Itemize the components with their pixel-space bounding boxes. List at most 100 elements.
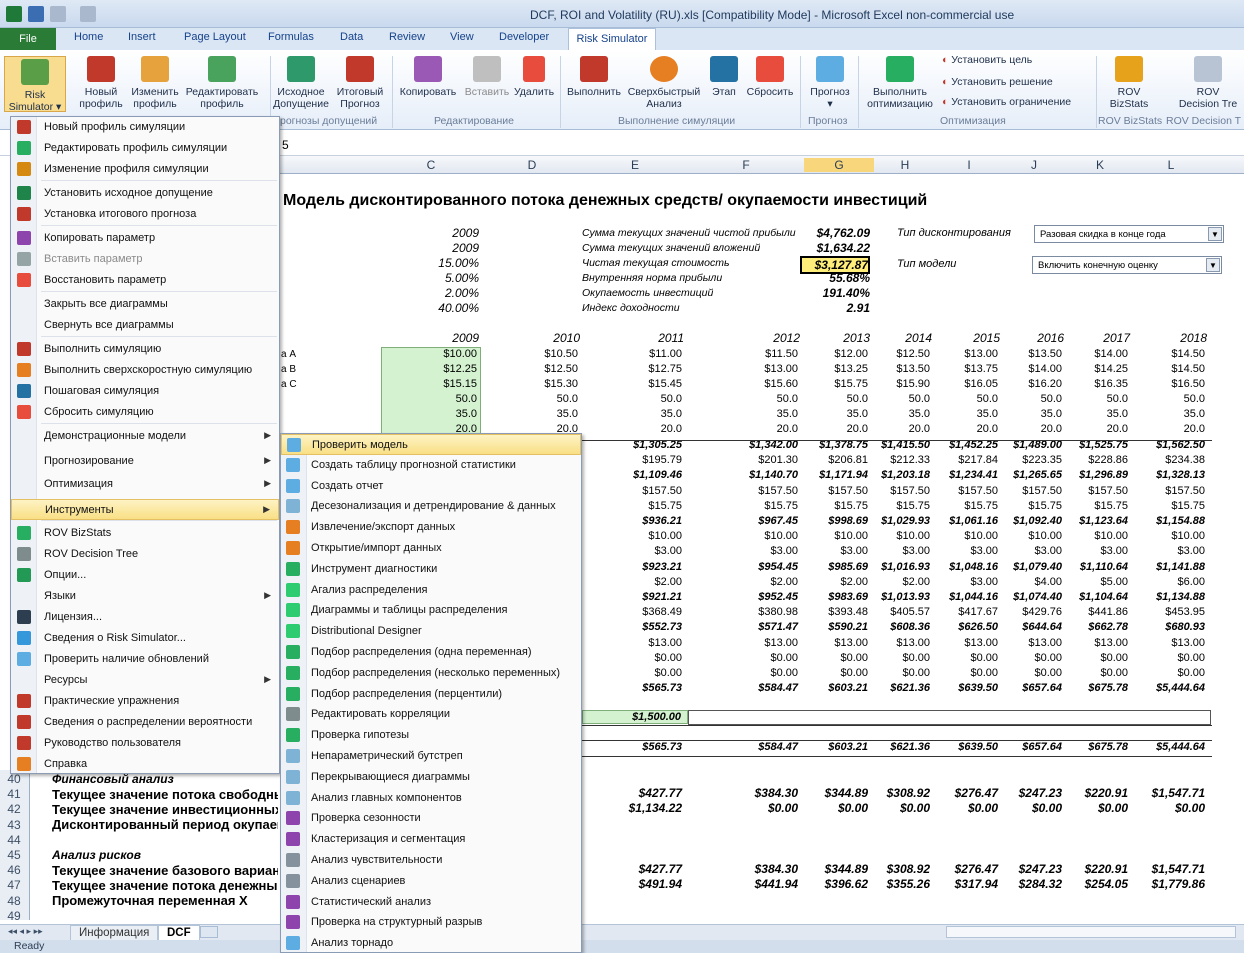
model-type-dropdown[interactable]: Включить конечную оценку ▼ <box>1032 256 1222 274</box>
table-cell[interactable]: $14.00 <box>994 363 1062 375</box>
table-cell[interactable]: $157.50 <box>1055 485 1128 497</box>
table-cell[interactable]: 50.0 <box>994 393 1062 405</box>
table-cell[interactable]: $0.00 <box>925 801 998 815</box>
col-header-j[interactable]: J <box>1002 158 1066 172</box>
table-cell[interactable]: $13.50 <box>862 363 930 375</box>
table-cell[interactable]: $626.50 <box>925 621 998 633</box>
table-cell[interactable]: $1,079.40 <box>989 561 1062 573</box>
submenu-item[interactable]: Подбор распределения (одна переменная) <box>281 642 581 663</box>
submenu-item[interactable]: Непараметрический бутстреп <box>281 746 581 767</box>
table-cell[interactable]: $1,013.93 <box>857 591 930 603</box>
table-cell[interactable]: $1,779.86 <box>1132 877 1205 891</box>
table-cell[interactable]: $680.93 <box>1132 621 1205 633</box>
table-cell[interactable]: $15.90 <box>862 378 930 390</box>
table-cell[interactable]: $13.00 <box>930 348 998 360</box>
table-cell[interactable]: 50.0 <box>730 393 798 405</box>
menu-item[interactable]: ROV Decision Tree <box>11 544 279 565</box>
submenu-item[interactable]: Distributional Designer <box>281 621 581 642</box>
table-cell[interactable]: $1,110.64 <box>1055 561 1128 573</box>
table-cell[interactable]: $15.75 <box>989 500 1062 512</box>
table-cell[interactable]: 20.0 <box>730 423 798 435</box>
table-cell[interactable]: $1,154.88 <box>1132 515 1205 527</box>
table-cell[interactable]: 35.0 <box>510 408 578 420</box>
table-cell[interactable]: $1,134.88 <box>1132 591 1205 603</box>
table-cell[interactable]: $15.75 <box>609 500 682 512</box>
menu-item[interactable]: Опции... <box>11 565 279 586</box>
col-header-e[interactable]: E <box>582 158 688 172</box>
run-simulation-button[interactable]: Выполнить <box>564 56 624 98</box>
table-cell[interactable]: $1,265.65 <box>989 469 1062 481</box>
menu-item[interactable]: Восстановить параметр <box>11 270 279 291</box>
table-cell[interactable]: $15.60 <box>730 378 798 390</box>
table-cell[interactable]: $657.64 <box>989 682 1062 694</box>
table-cell[interactable]: $254.05 <box>1055 877 1128 891</box>
submenu-item[interactable]: Подбор распределения (перцентили) <box>281 684 581 705</box>
submenu-item[interactable]: Проверка сезонности <box>281 808 581 829</box>
table-cell[interactable]: $5,444.64 <box>1132 682 1205 694</box>
table-cell[interactable]: $427.77 <box>609 862 682 876</box>
table-cell[interactable]: $10.00 <box>1055 530 1128 542</box>
table-cell[interactable]: $308.92 <box>857 862 930 876</box>
menu-item[interactable]: ROV BizStats <box>11 523 279 544</box>
table-cell[interactable]: $639.50 <box>925 741 998 753</box>
table-cell[interactable]: $491.94 <box>609 877 682 891</box>
table-cell[interactable]: $0.00 <box>989 801 1062 815</box>
table-cell[interactable]: $15.75 <box>1055 500 1128 512</box>
table-cell[interactable]: $2.00 <box>857 576 930 588</box>
table-cell[interactable]: 20.0 <box>862 423 930 435</box>
table-cell[interactable]: 20.0 <box>1137 423 1205 435</box>
edit-profile-button[interactable]: Редактировать профиль <box>184 56 260 110</box>
table-cell[interactable]: $16.05 <box>930 378 998 390</box>
table-cell[interactable]: $13.50 <box>994 348 1062 360</box>
paste-button[interactable]: Вставить <box>462 56 512 98</box>
col-header-l[interactable]: L <box>1134 158 1208 172</box>
menu-item[interactable]: Языки ▶ <box>11 586 279 607</box>
sheet-nav-icons[interactable]: ◂◂ ◂ ▸ ▸▸ <box>8 926 43 937</box>
table-cell[interactable]: $3.00 <box>725 545 798 557</box>
table-cell[interactable]: $276.47 <box>925 786 998 800</box>
table-cell[interactable]: 50.0 <box>800 393 868 405</box>
table-cell[interactable]: $5.00 <box>1055 576 1128 588</box>
table-cell[interactable]: $355.26 <box>857 877 930 891</box>
col-header-k[interactable]: K <box>1066 158 1134 172</box>
set-objective-button[interactable]: ◐ Установить цель <box>942 54 1032 66</box>
table-cell[interactable]: $0.00 <box>925 667 998 679</box>
menu-item[interactable]: Инструменты ▶ <box>11 499 279 520</box>
table-cell[interactable]: $0.00 <box>857 801 930 815</box>
table-cell[interactable]: $1,140.70 <box>725 469 798 481</box>
risk-simulator-button[interactable]: Risk Simulator ▾ <box>4 56 66 113</box>
table-cell[interactable]: $0.00 <box>989 652 1062 664</box>
table-cell[interactable]: $657.64 <box>989 741 1062 753</box>
tab-data[interactable]: Data <box>340 31 363 43</box>
row-number[interactable]: 42 <box>0 802 28 816</box>
table-cell[interactable]: $10.00 <box>725 530 798 542</box>
table-cell[interactable]: $247.23 <box>989 786 1062 800</box>
table-cell[interactable]: $0.00 <box>857 652 930 664</box>
tab-view[interactable]: View <box>450 31 474 43</box>
table-cell[interactable]: $10.00 <box>609 530 682 542</box>
table-cell[interactable]: $0.00 <box>925 652 998 664</box>
table-cell[interactable]: $1,029.93 <box>857 515 930 527</box>
table-cell[interactable]: $12.75 <box>614 363 682 375</box>
submenu-item[interactable]: Диаграммы и таблицы распределения <box>281 600 581 621</box>
submenu-item[interactable]: Кластеризация и сегментация <box>281 829 581 850</box>
table-cell[interactable]: $584.47 <box>725 682 798 694</box>
table-cell[interactable]: $429.76 <box>989 606 1062 618</box>
table-cell[interactable]: $13.75 <box>930 363 998 375</box>
table-cell[interactable]: $317.94 <box>925 877 998 891</box>
menu-item[interactable]: Демонстрационные модели ▶ <box>11 426 279 447</box>
menu-item[interactable]: Выполнить симуляцию <box>11 339 279 360</box>
menu-item[interactable]: Практические упражнения <box>11 691 279 712</box>
table-cell[interactable]: $608.36 <box>857 621 930 633</box>
redo-icon[interactable] <box>80 6 96 22</box>
investment-cell[interactable]: $1,500.00 <box>582 710 688 724</box>
table-cell[interactable]: $0.00 <box>609 667 682 679</box>
table-cell[interactable]: $621.36 <box>857 682 930 694</box>
table-cell[interactable]: $15.30 <box>510 378 578 390</box>
submenu-item[interactable]: Проверить модель <box>281 434 581 455</box>
table-cell[interactable]: $195.79 <box>609 454 682 466</box>
row-number[interactable]: 44 <box>0 833 28 847</box>
sheet-tab-dcf[interactable]: DCF <box>158 925 200 941</box>
table-cell[interactable]: $0.00 <box>725 667 798 679</box>
table-cell[interactable]: $571.47 <box>725 621 798 633</box>
